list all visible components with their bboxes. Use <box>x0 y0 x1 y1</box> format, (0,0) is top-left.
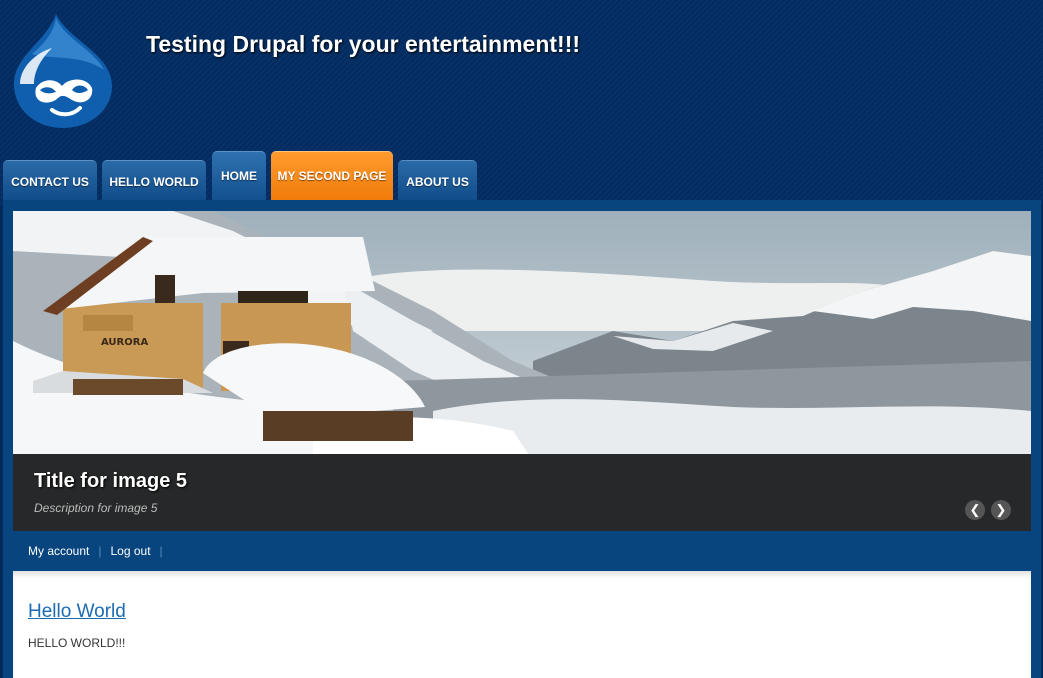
slideshow: AURORA Title for image 5 Description for… <box>13 211 1031 531</box>
secondary-menu: My account | Log out | <box>28 544 172 558</box>
node-body: HELLO WORLD!!! <box>28 636 126 650</box>
slide-caption: Title for image 5 Description for image … <box>13 454 1031 531</box>
menu-separator: | <box>98 544 102 558</box>
tab-my-second-page[interactable]: MY SECOND PAGE <box>271 151 393 202</box>
house-sign: AURORA <box>101 337 148 348</box>
menu-separator: | <box>159 544 163 558</box>
drupal-drop-logo[interactable] <box>12 14 114 130</box>
chevron-left-icon[interactable]: ❮ <box>965 500 985 520</box>
tab-contact-us[interactable]: CONTACT US <box>3 160 97 203</box>
slide-title: Title for image 5 <box>34 470 188 492</box>
chevron-right-icon[interactable]: ❯ <box>991 500 1011 520</box>
logout-link[interactable]: Log out <box>110 544 150 558</box>
main-content: Hello World HELLO WORLD!!! <box>13 571 1031 678</box>
tab-home[interactable]: HOME <box>212 151 266 202</box>
node-title-link[interactable]: Hello World <box>28 601 126 623</box>
slide-description: Description for image 5 <box>34 501 158 515</box>
site-title[interactable]: Testing Drupal for your entertainment!!! <box>146 31 580 58</box>
tab-about-us[interactable]: ABOUT US <box>398 160 477 203</box>
my-account-link[interactable]: My account <box>28 544 89 558</box>
tab-hello-world[interactable]: HELLO WORLD <box>102 160 206 203</box>
